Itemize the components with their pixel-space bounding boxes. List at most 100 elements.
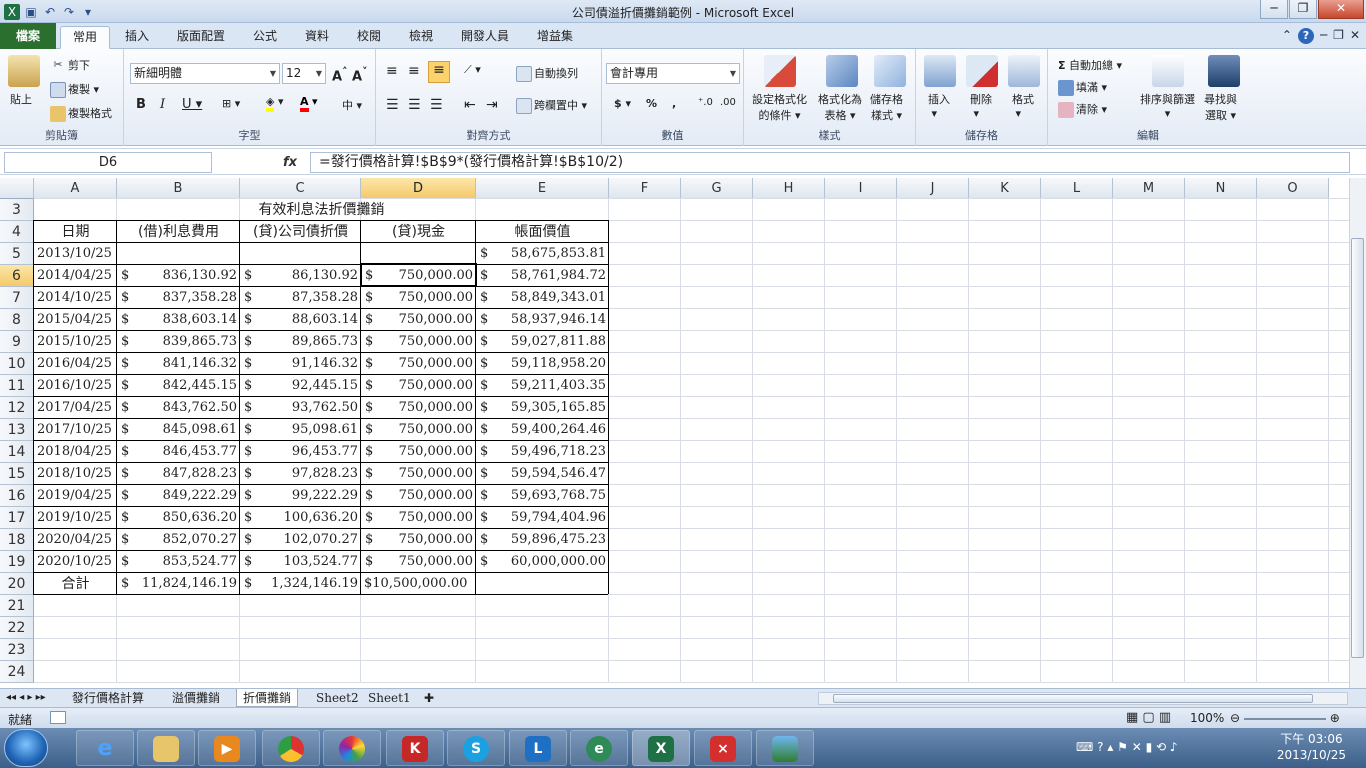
interest-cell[interactable]: 849,222.29 (120, 485, 237, 507)
tab-data[interactable]: 資料 (294, 26, 340, 49)
orientation-icon[interactable]: ⟋ ▾ (464, 63, 481, 77)
interest-cell[interactable]: 852,070.27 (120, 529, 237, 551)
column-header-c[interactable]: C (240, 178, 361, 199)
cut-button[interactable]: ✂ 剪下 (50, 57, 90, 74)
date-cell[interactable]: 2015/10/25 (37, 331, 114, 353)
cash-cell[interactable]: 750,000.00 (364, 507, 473, 529)
book-value-cell[interactable]: 59,305,165.85 (479, 397, 606, 419)
find-select-icon[interactable] (1208, 55, 1240, 87)
workbook-restore-icon[interactable]: ❐ (1333, 28, 1344, 44)
vertical-scroll-thumb[interactable] (1351, 238, 1364, 658)
conditional-format-icon[interactable] (764, 55, 796, 87)
discount-cell[interactable]: 92,445.15 (243, 375, 358, 397)
taskbar-chrome[interactable] (262, 730, 320, 766)
tab-developer[interactable]: 開發人員 (450, 26, 520, 49)
row-header-8[interactable]: 8 (0, 309, 34, 331)
row-header-21[interactable]: 21 (0, 595, 34, 617)
taskbar-kaspersky[interactable]: K (386, 730, 444, 766)
format-table-button[interactable]: 格式化為 表格 ▾ (818, 91, 862, 123)
align-top-icon[interactable]: ≡ (386, 63, 398, 79)
tab-page-layout[interactable]: 版面配置 (166, 26, 236, 49)
taskbar-ie[interactable]: e (76, 730, 134, 766)
row-header-22[interactable]: 22 (0, 617, 34, 639)
column-header-b[interactable]: B (117, 178, 240, 199)
sheet-tab-sheet1[interactable]: Sheet1 (362, 689, 417, 707)
find-select-button[interactable]: 尋找與 選取 ▾ (1204, 91, 1237, 123)
sort-filter-button[interactable]: 排序與篩選 ▾ (1140, 91, 1195, 120)
cash-cell[interactable]: 750,000.00 (364, 375, 473, 397)
workbook-close-icon[interactable]: ✕ (1350, 28, 1360, 44)
grow-font-icon[interactable]: A˄ A˅ (332, 65, 368, 84)
date-cell[interactable]: 2017/10/25 (37, 419, 114, 441)
book-value-cell[interactable]: 59,794,404.96 (479, 507, 606, 529)
clear-button[interactable]: 清除 ▾ (1058, 101, 1107, 118)
book-value-cell[interactable]: 59,693,768.75 (479, 485, 606, 507)
interest-cell[interactable]: 837,358.28 (120, 287, 237, 309)
cash-cell[interactable]: 750,000.00 (364, 463, 473, 485)
date-cell[interactable]: 2020/10/25 (37, 551, 114, 573)
taskbar-explorer[interactable] (137, 730, 195, 766)
align-bottom-icon[interactable]: ≡ (428, 61, 450, 83)
italic-button[interactable]: I (160, 97, 165, 112)
column-header-l[interactable]: L (1041, 178, 1113, 199)
row-header-17[interactable]: 17 (0, 507, 34, 529)
paste-icon[interactable] (8, 55, 40, 87)
view-buttons-icon[interactable]: ▦ ▢ ▥ (1126, 710, 1171, 725)
row-header-3[interactable]: 3 (0, 199, 34, 221)
taskbar-lync[interactable]: L (509, 730, 567, 766)
macro-record-icon[interactable] (50, 711, 66, 724)
align-left-icon[interactable]: ☰ (386, 97, 399, 113)
date-cell[interactable]: 2019/04/25 (37, 485, 114, 507)
row-header-9[interactable]: 9 (0, 331, 34, 353)
row-header-20[interactable]: 20 (0, 573, 34, 595)
date-cell[interactable]: 2019/10/25 (37, 507, 114, 529)
zoom-slider[interactable]: ⊖ ⊕ (1230, 711, 1350, 725)
taskbar-dreamweaver[interactable]: e (570, 730, 628, 766)
wrap-text-button[interactable]: 自動換列 (516, 65, 578, 82)
row-header-11[interactable]: 11 (0, 375, 34, 397)
interest-cell[interactable]: 836,130.92 (120, 265, 237, 287)
align-right-icon[interactable]: ☰ (430, 97, 443, 113)
column-header-e[interactable]: E (476, 178, 609, 199)
merge-center-button[interactable]: 跨欄置中 ▾ (516, 97, 587, 114)
interest-cell[interactable]: 842,445.15 (120, 375, 237, 397)
row-header-4[interactable]: 4 (0, 221, 34, 243)
discount-cell[interactable]: 86,130.92 (243, 265, 358, 287)
book-value-cell[interactable]: 59,211,403.35 (479, 375, 606, 397)
tab-home[interactable]: 常用 (60, 26, 110, 49)
cash-cell[interactable]: 750,000.00 (364, 309, 473, 331)
vertical-scrollbar[interactable] (1349, 178, 1366, 688)
book-value-cell[interactable]: 58,937,946.14 (479, 309, 606, 331)
insert-sheet-icon[interactable]: ✚ (418, 689, 440, 707)
row-header-5[interactable]: 5 (0, 243, 34, 265)
column-header-m[interactable]: M (1113, 178, 1185, 199)
interest-cell[interactable]: 841,146.32 (120, 353, 237, 375)
table-header[interactable]: (貸)現金 (364, 221, 473, 243)
book-value-cell[interactable]: 58,675,853.81 (479, 243, 606, 265)
date-cell[interactable]: 2014/10/25 (37, 287, 114, 309)
tab-file[interactable]: 檔案 (0, 23, 56, 49)
interest-cell[interactable]: 843,762.50 (120, 397, 237, 419)
discount-cell[interactable]: 91,146.32 (243, 353, 358, 375)
discount-cell[interactable]: 96,453.77 (243, 441, 358, 463)
column-header-h[interactable]: H (753, 178, 825, 199)
number-format-select[interactable]: 會計專用 ▼ (606, 63, 740, 84)
insert-cells-icon[interactable] (924, 55, 956, 87)
total-discount[interactable]: 1,324,146.19 (243, 573, 358, 595)
row-header-7[interactable]: 7 (0, 287, 34, 309)
minimize-ribbon-icon[interactable]: ⌃ (1282, 28, 1292, 44)
sort-filter-icon[interactable] (1152, 55, 1184, 87)
book-value-cell[interactable]: 58,761,984.72 (479, 265, 606, 287)
align-middle-icon[interactable]: ≡ (408, 63, 420, 79)
maximize-button[interactable]: ❐ (1289, 0, 1317, 19)
sheet-tab-sheet2[interactable]: Sheet2 (310, 689, 365, 707)
select-all-corner[interactable] (0, 178, 34, 199)
workbook-minimize-icon[interactable]: ─ (1320, 28, 1327, 44)
cash-cell[interactable]: 750,000.00 (364, 331, 473, 353)
decimal-decrease-icon[interactable]: .00 (720, 97, 736, 108)
underline-button[interactable]: U ▾ (182, 97, 202, 112)
column-header-f[interactable]: F (609, 178, 681, 199)
row-header-18[interactable]: 18 (0, 529, 34, 551)
indent-decrease-icon[interactable]: ⇤ (464, 97, 476, 113)
book-value-cell[interactable]: 59,896,475.23 (479, 529, 606, 551)
